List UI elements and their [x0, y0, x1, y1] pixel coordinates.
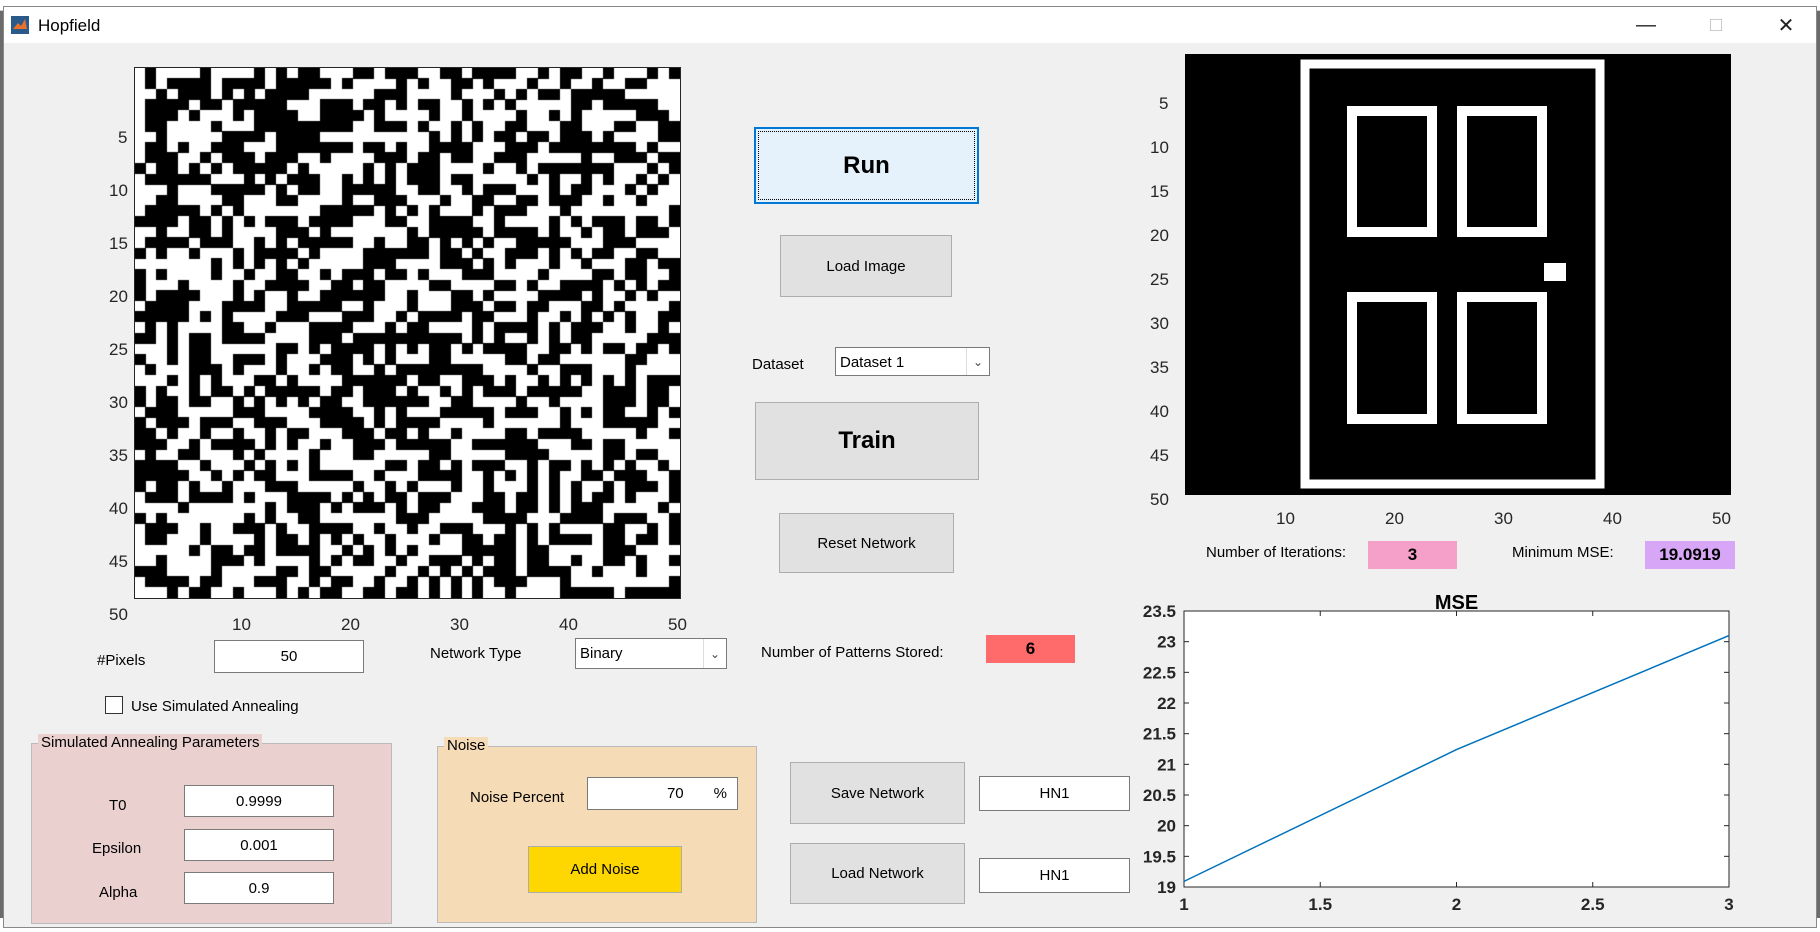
- app-window: Hopfield — □ ✕ 5 10 15 20 25 30 35 40 45 50 10 20 3…: [3, 6, 1817, 928]
- x-tick-label: 20: [1385, 509, 1404, 528]
- min-mse-label: Minimum MSE:: [1512, 544, 1614, 561]
- figure-content: 5 10 15 20 25 30 35 40 45 50 10 20 30 40 50 5 10 15 20 25…: [4, 43, 1816, 927]
- noise-panel: Noise Noise Percent 70 % Add Noise: [437, 737, 757, 923]
- close-button[interactable]: ✕: [1751, 7, 1820, 43]
- chevron-down-icon: ⌄: [966, 348, 989, 375]
- mse-chart: 1 1.5 2 2.5 31919.52020.52121.52222.52323.5 M…: [1143, 592, 1734, 914]
- y-tick-label: 21.5: [1143, 725, 1176, 744]
- network-type-select[interactable]: Binary ⌄: [575, 638, 727, 669]
- load-image-button[interactable]: Load Image: [780, 235, 952, 297]
- x-tick-label: 10: [232, 615, 251, 634]
- recalled-pattern-image: [1185, 54, 1731, 495]
- x-tick-label: 30: [1494, 509, 1513, 528]
- x-tick-label: 40: [559, 615, 578, 634]
- y-tick-label: 21: [1157, 755, 1176, 774]
- x-tick-label: 1: [1179, 895, 1188, 914]
- minimize-icon: —: [1636, 13, 1656, 36]
- save-network-name-field[interactable]: HN1: [979, 776, 1130, 811]
- y-tick-label: 30: [1150, 314, 1169, 333]
- x-tick-label: 10: [1276, 509, 1295, 528]
- noise-title: Noise: [444, 737, 489, 754]
- pixels-label: #Pixels: [97, 652, 146, 669]
- noise-percent-label: Noise Percent: [470, 789, 565, 806]
- y-tick-label: 19.5: [1143, 847, 1176, 866]
- y-tick-label: 5: [1159, 94, 1169, 113]
- matlab-icon: [11, 16, 29, 34]
- run-button[interactable]: Run: [754, 127, 979, 204]
- y-tick-label: 45: [1150, 446, 1169, 465]
- y-tick-label: 50: [109, 605, 128, 624]
- train-button[interactable]: Train: [755, 402, 979, 480]
- x-tick-label: 1.5: [1308, 895, 1332, 914]
- y-tick-label: 10: [1150, 138, 1169, 157]
- x-tick-label: 3: [1724, 895, 1733, 914]
- y-tick-label: 25: [1150, 270, 1169, 289]
- t0-label: T0: [109, 797, 127, 814]
- y-tick-label: 19: [1157, 878, 1176, 897]
- noise-percent-field[interactable]: 70 %: [587, 777, 738, 810]
- dataset-label: Dataset: [752, 356, 804, 373]
- sa-parameters-panel: Simulated Annealing Parameters T0 0.9999…: [31, 734, 392, 924]
- close-icon: ✕: [1777, 14, 1795, 37]
- patterns-stored-value: 6: [986, 635, 1075, 663]
- y-tick-label: 23.5: [1143, 602, 1176, 621]
- mse-chart-title: MSE: [1435, 592, 1478, 614]
- x-tick-label: 50: [668, 615, 687, 634]
- simulated-annealing-label: Use Simulated Annealing: [131, 698, 299, 715]
- network-type-label: Network Type: [430, 645, 522, 662]
- patterns-stored-label: Number of Patterns Stored:: [761, 644, 944, 661]
- add-noise-button[interactable]: Add Noise: [528, 846, 682, 893]
- x-tick-label: 20: [341, 615, 360, 634]
- y-tick-label: 35: [1150, 358, 1169, 377]
- epsilon-field[interactable]: 0.001: [184, 829, 334, 861]
- y-tick-label: 40: [1150, 402, 1169, 421]
- minimize-button[interactable]: —: [1611, 7, 1681, 43]
- maximize-icon: □: [1709, 13, 1723, 36]
- y-tick-label: 20: [1150, 226, 1169, 245]
- alpha-label: Alpha: [99, 884, 138, 901]
- alpha-field[interactable]: 0.9: [184, 872, 334, 904]
- save-network-button[interactable]: Save Network: [790, 762, 965, 824]
- iterations-value: 3: [1368, 541, 1457, 569]
- y-tick-label: 22: [1157, 694, 1176, 713]
- noise-percent-value: 70: [666, 785, 684, 802]
- window-title: Hopfield: [38, 16, 101, 35]
- title-bar: Hopfield — □ ✕: [4, 7, 1816, 43]
- y-tick-label: 22.5: [1143, 663, 1176, 682]
- x-tick-label: 2.5: [1581, 895, 1605, 914]
- chevron-down-icon: ⌄: [703, 639, 726, 668]
- simulated-annealing-checkbox[interactable]: [105, 696, 123, 714]
- dataset-selected-value: Dataset 1: [840, 354, 905, 371]
- x-tick-label: 50: [1712, 509, 1731, 528]
- noise-percent-unit: %: [713, 785, 727, 802]
- x-tick-label: 40: [1603, 509, 1622, 528]
- dataset-select[interactable]: Dataset 1 ⌄: [835, 347, 990, 376]
- sa-parameters-title: Simulated Annealing Parameters: [38, 734, 263, 751]
- x-tick-label: 30: [450, 615, 469, 634]
- reset-network-button[interactable]: Reset Network: [779, 513, 954, 573]
- y-tick-label: 23: [1157, 633, 1176, 652]
- y-tick-label: 15: [1150, 182, 1169, 201]
- maximize-button[interactable]: □: [1681, 7, 1751, 43]
- iterations-label: Number of Iterations:: [1206, 544, 1347, 561]
- pixels-field[interactable]: 50: [214, 640, 364, 673]
- epsilon-label: Epsilon: [92, 840, 142, 857]
- network-type-selected-value: Binary: [580, 645, 623, 662]
- y-tick-label: 20.5: [1143, 786, 1176, 805]
- output-image-axes: 5 10 15 20 25 30 35 40 45 50 10 20 30 40 50: [4, 43, 1816, 563]
- x-tick-label: 2: [1452, 895, 1461, 914]
- load-network-name-field[interactable]: HN1: [979, 858, 1130, 893]
- y-tick-label: 20: [1157, 817, 1176, 836]
- y-tick-label: 50: [1150, 490, 1169, 509]
- min-mse-value: 19.0919: [1645, 541, 1735, 569]
- t0-field[interactable]: 0.9999: [184, 785, 334, 817]
- load-network-button[interactable]: Load Network: [790, 843, 965, 904]
